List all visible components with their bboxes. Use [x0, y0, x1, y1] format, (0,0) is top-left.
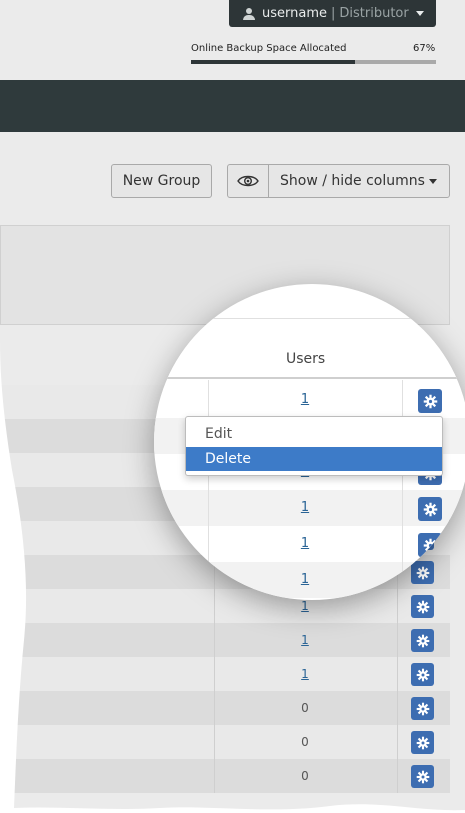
- gear-icon[interactable]: [418, 389, 442, 413]
- table-row: 1: [154, 490, 465, 526]
- users-count[interactable]: 1: [290, 572, 320, 587]
- gear-icon[interactable]: [418, 569, 442, 593]
- column-divider: [208, 380, 209, 600]
- edit-menu-item[interactable]: Edit: [186, 422, 442, 446]
- users-count[interactable]: 1: [290, 392, 320, 407]
- delete-menu-item[interactable]: Delete: [186, 447, 442, 471]
- row-action-menu: Edit Delete: [185, 416, 443, 476]
- gear-icon[interactable]: [418, 533, 442, 557]
- table-header-row: [154, 318, 465, 379]
- users-column-header: Users: [286, 351, 326, 367]
- users-count[interactable]: 1: [290, 536, 320, 551]
- column-divider: [402, 380, 403, 600]
- users-count[interactable]: 1: [290, 500, 320, 515]
- table-row: 1: [154, 526, 465, 562]
- table-row: 1: [154, 382, 465, 418]
- gear-icon[interactable]: [418, 497, 442, 521]
- table-row: 1: [154, 562, 465, 598]
